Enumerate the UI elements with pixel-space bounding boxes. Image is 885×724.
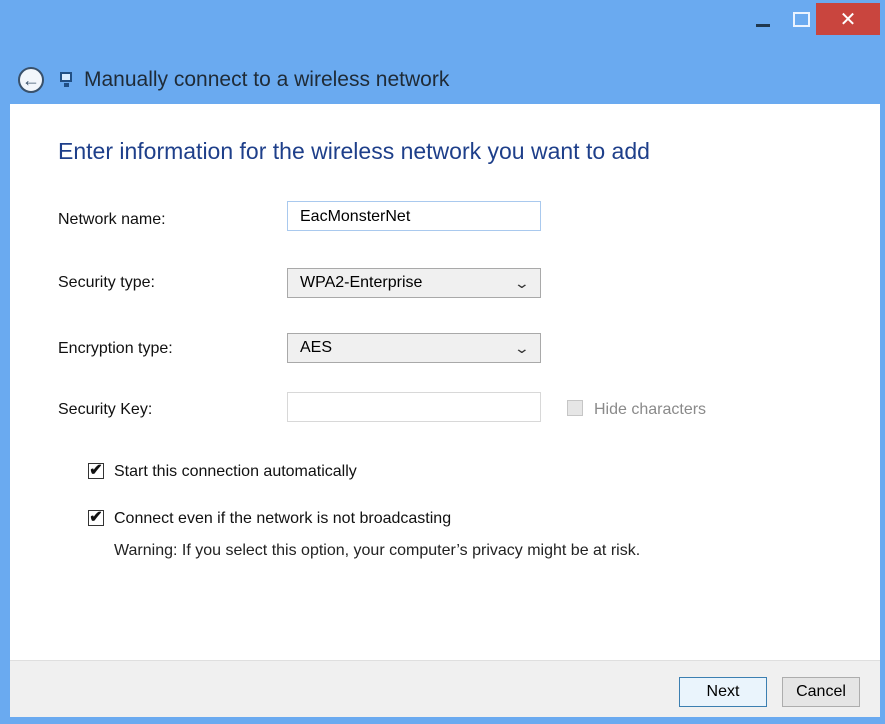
chevron-down-icon: ⌄ bbox=[513, 274, 531, 291]
network-name-label: Network name: bbox=[58, 211, 166, 228]
title-bar: ✕ bbox=[0, 0, 885, 54]
dialog-window: ✕ ← Manually connect to a wireless netwo… bbox=[0, 0, 885, 724]
start-automatically-checkbox[interactable]: ✔ bbox=[88, 463, 104, 479]
chevron-down-icon: ⌄ bbox=[513, 339, 531, 356]
start-automatically-label: Start this connection automatically bbox=[114, 463, 357, 480]
hide-characters-label: Hide characters bbox=[594, 401, 707, 418]
security-type-select[interactable]: WPA2-Enterprise ⌄ bbox=[287, 268, 541, 298]
network-name-input[interactable]: EacMonsterNet bbox=[287, 201, 541, 231]
network-icon bbox=[58, 71, 76, 89]
minimize-icon bbox=[756, 23, 770, 27]
network-base bbox=[64, 83, 69, 87]
warning-text: Warning: If you select this option, your… bbox=[114, 542, 641, 559]
window-title: Manually connect to a wireless network bbox=[84, 68, 450, 91]
encryption-type-label: Encryption type: bbox=[58, 340, 173, 357]
security-type-label: Security type: bbox=[58, 274, 155, 291]
next-button[interactable]: Next bbox=[679, 677, 767, 707]
close-icon: ✕ bbox=[839, 8, 857, 31]
cancel-button[interactable]: Cancel bbox=[782, 677, 860, 707]
encryption-type-select[interactable]: AES ⌄ bbox=[287, 333, 541, 363]
back-arrow-icon: ← bbox=[22, 69, 40, 90]
close-button[interactable]: ✕ bbox=[816, 3, 880, 35]
page-heading: Enter information for the wireless netwo… bbox=[58, 138, 650, 164]
footer: Next Cancel bbox=[10, 660, 880, 717]
security-type-value: WPA2-Enterprise bbox=[300, 274, 423, 291]
content-area: Enter information for the wireless netwo… bbox=[10, 104, 880, 660]
connect-broadcasting-checkbox[interactable]: ✔ bbox=[88, 510, 104, 526]
hide-characters-checkbox[interactable] bbox=[567, 400, 583, 416]
encryption-type-value: AES bbox=[300, 339, 333, 356]
security-key-label: Security Key: bbox=[58, 401, 153, 418]
network-screen bbox=[60, 72, 72, 82]
back-button[interactable]: ← bbox=[18, 67, 44, 93]
header: ← Manually connect to a wireless network bbox=[18, 58, 449, 102]
connect-broadcasting-label: Connect even if the network is not broad… bbox=[114, 510, 452, 527]
maximize-icon bbox=[792, 11, 810, 27]
security-key-input[interactable] bbox=[287, 392, 541, 422]
maximize-button[interactable] bbox=[786, 4, 816, 34]
minimize-button[interactable] bbox=[740, 4, 786, 34]
